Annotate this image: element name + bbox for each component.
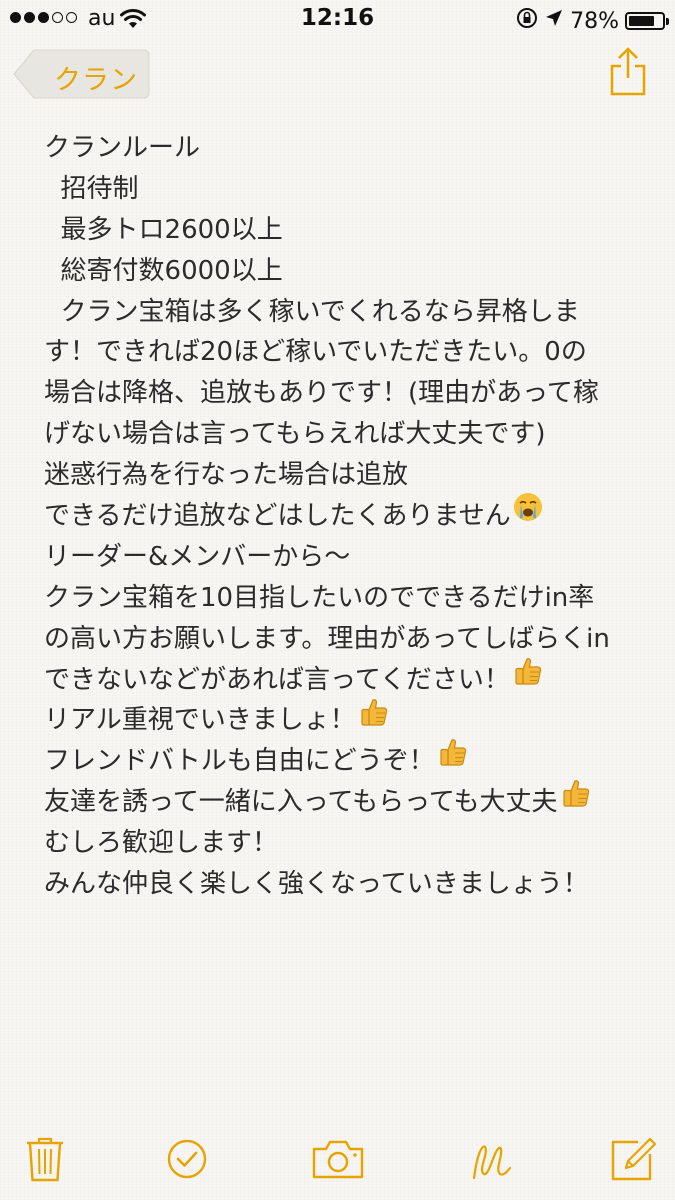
note-line: リーダー&メンバーから〜 xyxy=(44,541,351,572)
checklist-button[interactable] xyxy=(164,1134,214,1184)
note-line: クラン宝箱を10目指したいのでできるだけin率 xyxy=(44,582,595,613)
bottom-toolbar xyxy=(0,1130,675,1190)
note-body[interactable]: クランルール 招待制 最多トロ2600以上 総寄付数6000以上 クラン宝箱は多… xyxy=(44,128,644,905)
note-line: むしろ歓迎します！ xyxy=(44,828,279,859)
note-line: みんな仲良く楽しく強くなっていきましょう！ xyxy=(44,869,589,900)
note-line: の高い方お願いします。理由があってしばらくin xyxy=(44,623,610,654)
note-line: フレンドバトルも自由にどうぞ！ xyxy=(44,739,644,782)
rotation-lock-icon xyxy=(516,7,538,35)
camera-icon xyxy=(312,1140,364,1179)
delete-button[interactable] xyxy=(20,1134,70,1184)
note-line-text: 友達を誘って一緒に入ってもらっても大丈夫 xyxy=(44,787,558,818)
back-button-label: クラン xyxy=(54,65,138,96)
sketch-button[interactable] xyxy=(466,1134,516,1184)
status-bar: au 12:16 78% xyxy=(0,0,675,40)
note-line: 総寄付数6000以上 xyxy=(44,255,283,286)
share-button[interactable] xyxy=(606,46,650,98)
note-line-text: できないなどがあれば言ってください！ xyxy=(44,664,510,695)
note-line: リアル重視でいきましょ！ xyxy=(44,698,644,741)
note-line: 友達を誘って一緒に入ってもらっても大丈夫 xyxy=(44,780,644,823)
note-line: できないなどがあれば言ってください！ xyxy=(44,657,644,701)
battery-percentage: 78% xyxy=(570,8,619,34)
navigation-bar: クラン xyxy=(0,40,675,110)
note-line: げない場合は言ってもらえれば大丈夫です) xyxy=(44,419,546,450)
note-line: 場合は降格、追放もありです！(理由があって稼 xyxy=(44,378,599,409)
note-line: 招待制 xyxy=(44,173,139,204)
thumbs-up-emoji-icon xyxy=(437,736,469,781)
camera-button[interactable] xyxy=(310,1134,366,1184)
trash-icon xyxy=(27,1137,63,1182)
note-line: できるだけ追放などはしたくありません xyxy=(44,493,644,537)
back-button[interactable]: クラン xyxy=(12,48,150,100)
note-line-text: フレンドバトルも自由にどうぞ！ xyxy=(44,746,435,777)
crying-face-emoji-icon xyxy=(513,492,543,535)
note-line: クランルール xyxy=(44,133,201,163)
thumbs-up-emoji-icon xyxy=(512,655,544,700)
note-line: 迷惑行為を行なった場合は追放 xyxy=(44,460,409,491)
note-line-text: できるだけ追放などはしたくありません xyxy=(44,501,511,532)
compose-icon xyxy=(611,1137,657,1181)
battery-icon xyxy=(625,12,669,30)
thumbs-up-emoji-icon xyxy=(358,696,390,741)
thumbs-up-emoji-icon xyxy=(560,777,592,822)
note-line-text: リアル重視でいきましょ！ xyxy=(44,705,356,736)
share-icon xyxy=(610,47,646,96)
note-line: クラン宝箱は多く稼いでくれるなら昇格しま xyxy=(44,296,580,327)
sketch-icon xyxy=(472,1145,512,1180)
note-line: 最多トロ2600以上 xyxy=(44,214,283,245)
location-arrow-icon xyxy=(544,8,564,34)
compose-button[interactable] xyxy=(608,1134,658,1184)
note-line: す！できれば20ほど稼いでいただきたい。0の xyxy=(44,337,587,368)
checklist-icon xyxy=(167,1139,207,1179)
